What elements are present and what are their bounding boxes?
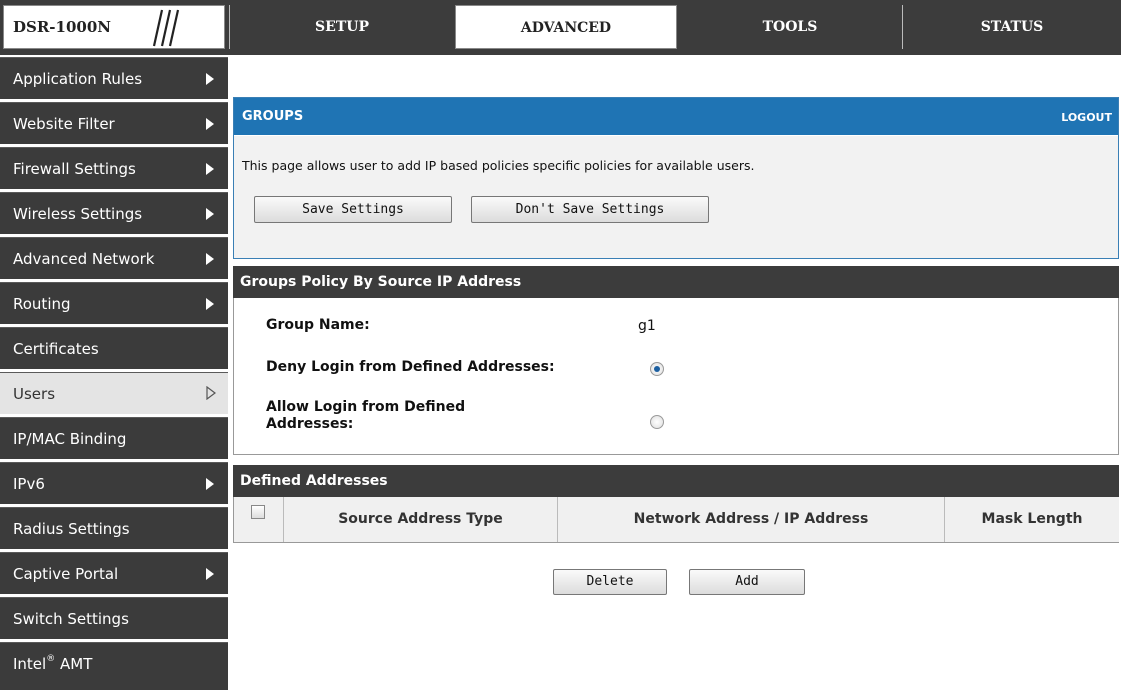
sidebar-item-captive-portal[interactable]: Captive Portal bbox=[0, 552, 228, 594]
page-title: GROUPS bbox=[242, 109, 304, 124]
sidebar-item-label-suffix: AMT bbox=[55, 655, 93, 673]
allow-login-label-line1: Allow Login from Defined bbox=[266, 399, 466, 415]
tab-tools[interactable]: TOOLS bbox=[678, 5, 902, 49]
arrow-right-outline-icon bbox=[206, 386, 216, 400]
sidebar-item-advanced-network[interactable]: Advanced Network bbox=[0, 237, 228, 279]
sidebar-item-label: Firewall Settings bbox=[13, 160, 136, 178]
top-nav-bar: DSR-1000N SETUP ADVANCED TOOLS STATUS bbox=[0, 0, 1121, 55]
sidebar-item-ipv6[interactable]: IPv6 bbox=[0, 462, 228, 504]
logo-slashes-icon bbox=[152, 9, 180, 47]
sidebar-item-label: Wireless Settings bbox=[13, 205, 143, 223]
sidebar-item-radius-settings[interactable]: Radius Settings bbox=[0, 507, 228, 549]
select-all-cell bbox=[234, 497, 284, 542]
sidebar-item-label: Radius Settings bbox=[13, 520, 130, 538]
deny-login-label: Deny Login from Defined Addresses: bbox=[266, 359, 555, 375]
logo-text: DSR-1000N bbox=[13, 18, 111, 36]
sidebar-item-label: Website Filter bbox=[13, 115, 115, 133]
allow-login-label: Allow Login from Defined Addresses: bbox=[266, 399, 465, 433]
sidebar-item-label: Captive Portal bbox=[13, 565, 119, 583]
sidebar-item-website-filter[interactable]: Website Filter bbox=[0, 102, 228, 144]
product-logo: DSR-1000N bbox=[3, 5, 225, 49]
select-all-checkbox[interactable] bbox=[251, 505, 265, 519]
arrow-right-icon bbox=[206, 568, 214, 580]
policy-section-title: Groups Policy By Source IP Address bbox=[233, 266, 1119, 299]
arrow-right-icon bbox=[206, 298, 214, 310]
sidebar-item-switch-settings[interactable]: Switch Settings bbox=[0, 597, 228, 639]
sidebar-item-firewall-settings[interactable]: Firewall Settings bbox=[0, 147, 228, 189]
sidebar-item-ip-mac-binding[interactable]: IP/MAC Binding bbox=[0, 417, 228, 459]
add-button[interactable]: Add bbox=[689, 569, 805, 595]
sidebar-item-label: Certificates bbox=[13, 340, 99, 358]
delete-button[interactable]: Delete bbox=[553, 569, 667, 595]
arrow-right-icon bbox=[206, 163, 214, 175]
allow-login-radio[interactable] bbox=[650, 415, 664, 429]
logout-link[interactable]: LOGOUT bbox=[1061, 111, 1112, 124]
sidebar-item-label: Switch Settings bbox=[13, 610, 129, 628]
groups-header: GROUPS LOGOUT bbox=[234, 98, 1118, 136]
tab-advanced[interactable]: ADVANCED bbox=[455, 5, 677, 49]
tab-setup[interactable]: SETUP bbox=[230, 5, 454, 49]
tab-status[interactable]: STATUS bbox=[903, 5, 1121, 49]
sidebar-item-wireless-settings[interactable]: Wireless Settings bbox=[0, 192, 228, 234]
arrow-right-icon bbox=[206, 253, 214, 265]
groups-panel: GROUPS LOGOUT This page allows user to a… bbox=[233, 97, 1119, 259]
sidebar-item-users[interactable]: Users bbox=[0, 372, 228, 414]
column-header-mask-length[interactable]: Mask Length bbox=[945, 497, 1119, 542]
group-name-value: g1 bbox=[638, 318, 656, 334]
sidebar-item-label: Intel bbox=[13, 655, 47, 673]
sidebar-item-intel-amt[interactable]: Intel® AMT bbox=[0, 642, 228, 690]
defined-addresses-table: Source Address Type Network Address / IP… bbox=[233, 497, 1119, 543]
defined-addresses-title: Defined Addresses bbox=[233, 465, 1119, 498]
sidebar-item-label: Advanced Network bbox=[13, 250, 155, 268]
sidebar-item-certificates[interactable]: Certificates bbox=[0, 327, 228, 369]
sidebar-item-label: Users bbox=[13, 385, 56, 403]
sidebar: Application Rules Website Filter Firewal… bbox=[0, 55, 231, 690]
policy-panel: Group Name: g1 Deny Login from Defined A… bbox=[233, 298, 1119, 455]
column-header-source-address-type[interactable]: Source Address Type bbox=[284, 497, 558, 542]
allow-login-label-line2: Addresses: bbox=[266, 416, 354, 432]
arrow-right-icon bbox=[206, 478, 214, 490]
sidebar-item-application-rules[interactable]: Application Rules bbox=[0, 57, 228, 99]
sidebar-item-routing[interactable]: Routing bbox=[0, 282, 228, 324]
group-name-label: Group Name: bbox=[266, 317, 370, 333]
page-description: This page allows user to add IP based po… bbox=[242, 158, 755, 173]
save-settings-button[interactable]: Save Settings bbox=[254, 196, 452, 223]
sidebar-item-label: IPv6 bbox=[13, 475, 45, 493]
arrow-right-icon bbox=[206, 73, 214, 85]
deny-login-radio[interactable] bbox=[650, 362, 664, 376]
sidebar-item-label: IP/MAC Binding bbox=[13, 430, 127, 448]
dont-save-settings-button[interactable]: Don't Save Settings bbox=[471, 196, 709, 223]
column-header-network-address[interactable]: Network Address / IP Address bbox=[558, 497, 945, 542]
sidebar-item-label: Application Rules bbox=[13, 70, 143, 88]
arrow-right-icon bbox=[206, 118, 214, 130]
sidebar-item-label: Routing bbox=[13, 295, 71, 313]
arrow-right-icon bbox=[206, 208, 214, 220]
registered-mark: ® bbox=[46, 654, 56, 664]
